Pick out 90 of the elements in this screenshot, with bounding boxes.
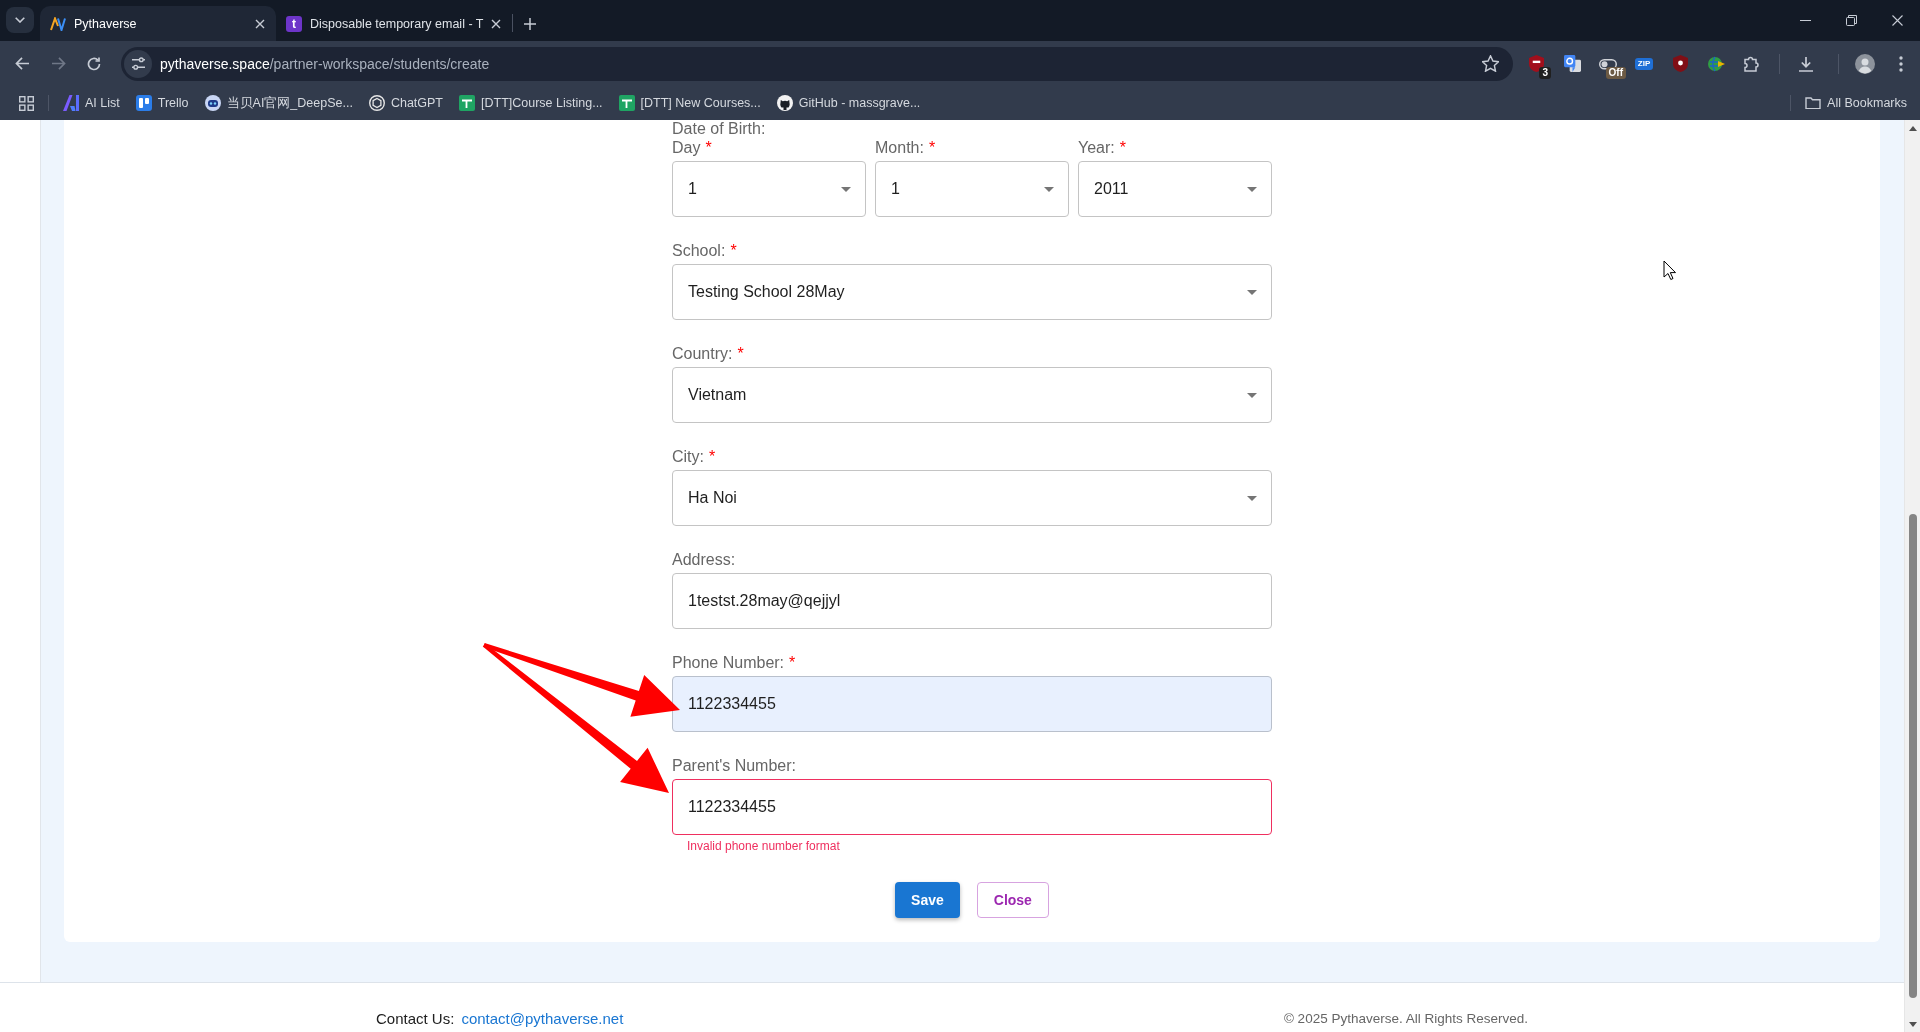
text-field[interactable]: 1testst.28may@qejjyl xyxy=(672,573,1272,629)
field-label: City: xyxy=(672,447,704,467)
dropdown-field[interactable]: Vietnam xyxy=(672,367,1272,423)
dropdown-field[interactable]: 2011 xyxy=(1078,161,1272,217)
required-asterisk: * xyxy=(928,138,936,158)
scroll-down-icon[interactable] xyxy=(1908,1021,1917,1027)
bookmark-item[interactable]: Trello xyxy=(127,89,197,117)
field-label: School: xyxy=(672,241,726,261)
more-vertical-icon[interactable] xyxy=(1899,55,1903,72)
tune-icon[interactable] xyxy=(130,57,146,70)
globe-icon[interactable] xyxy=(1707,55,1725,72)
arrow-right-icon[interactable] xyxy=(50,57,66,70)
overlapping-pages-icon[interactable] xyxy=(1563,55,1581,72)
field-label: Month: xyxy=(875,138,924,158)
dropdown-field[interactable]: Testing School 28May xyxy=(672,264,1272,320)
close-icon[interactable] xyxy=(255,18,265,29)
bookmark-item[interactable]: GitHub - massgrave... xyxy=(768,89,929,117)
scroll-up-icon[interactable] xyxy=(1908,125,1917,131)
required-asterisk: * xyxy=(730,241,737,261)
browser-tab[interactable]: Pythaverse xyxy=(40,6,276,41)
close-icon[interactable] xyxy=(491,18,502,29)
field-label: Parent's Number: xyxy=(672,756,796,776)
required-asterisk: * xyxy=(789,653,796,673)
dropdown-caret-icon xyxy=(1044,186,1054,192)
board-icon xyxy=(135,95,152,111)
spreadsheet-icon xyxy=(618,95,635,111)
dropdown-field[interactable]: 1 xyxy=(672,161,866,217)
required-asterisk: * xyxy=(737,344,744,364)
bookmark-item[interactable]: [DTT]Course Listing... xyxy=(451,89,611,117)
browser-tab[interactable]: t Disposable temporary email - T xyxy=(276,6,512,41)
minimize-icon[interactable] xyxy=(1799,20,1811,21)
close-icon[interactable] xyxy=(1891,15,1903,26)
text-field[interactable]: 1122334455 xyxy=(672,676,1272,732)
plus-icon[interactable] xyxy=(524,17,536,30)
cat-icon xyxy=(776,95,793,111)
outlined-button[interactable]: Close xyxy=(976,882,1049,918)
dropdown-caret-icon xyxy=(1247,495,1257,501)
spreadsheet-icon xyxy=(459,95,475,111)
zip-icon[interactable]: ZIP xyxy=(1634,57,1654,70)
reload-icon[interactable] xyxy=(87,56,101,71)
field-label: Address: xyxy=(672,550,736,570)
bookmark-item[interactable]: 当贝AI官网_DeepSe... xyxy=(196,89,361,117)
star-icon[interactable] xyxy=(1482,55,1499,72)
section-label: Date of Birth: xyxy=(672,120,766,138)
dropdown-field[interactable]: Ha Noi xyxy=(672,470,1272,526)
bookmark-item[interactable]: [DTT] New Courses... xyxy=(610,89,769,117)
scrollbar-thumb[interactable] xyxy=(1908,514,1917,998)
error-message: Invalid phone number format xyxy=(687,839,841,853)
address-bar[interactable]: pythaverse.space/partner-workspace/students/create xyxy=(121,46,1513,81)
bookmark-item[interactable]: All Bookmarks xyxy=(1797,89,1915,117)
field-label: Phone Number: xyxy=(672,653,785,673)
letter-icon: t xyxy=(286,15,302,32)
bookmark-item[interactable]: AI List xyxy=(55,89,128,117)
shield-icon[interactable] xyxy=(1528,55,1544,72)
arrow-left-icon[interactable] xyxy=(14,57,30,70)
field-label: Day xyxy=(672,138,701,158)
hexagon-ring-icon xyxy=(368,95,385,111)
folder-icon[interactable] xyxy=(1805,96,1822,110)
primary-button[interactable]: Save xyxy=(895,882,960,918)
grid-icon[interactable] xyxy=(18,95,34,111)
tab-list-button[interactable] xyxy=(6,7,34,33)
extension-badge: Off xyxy=(1605,66,1626,79)
contact-label: Contact Us: xyxy=(376,1009,455,1027)
field-label: Country: xyxy=(672,344,733,364)
shield-icon[interactable] xyxy=(1672,55,1688,72)
dropdown-field[interactable]: 1 xyxy=(875,161,1069,217)
required-asterisk: * xyxy=(1119,138,1126,158)
chevron-down-icon[interactable] xyxy=(15,17,25,23)
logo-icon xyxy=(50,16,66,31)
puzzle-icon[interactable] xyxy=(1744,55,1760,72)
bookmark-item[interactable]: ChatGPT xyxy=(360,89,451,117)
extension-badge: 3 xyxy=(1539,66,1551,79)
required-asterisk: * xyxy=(705,138,712,158)
restore-icon[interactable] xyxy=(1845,15,1857,26)
dropdown-caret-icon xyxy=(1247,289,1257,295)
site-info-button[interactable] xyxy=(124,49,152,78)
logo-icon xyxy=(63,95,79,111)
mouse-pointer-icon xyxy=(1663,260,1676,280)
scrollbar-track[interactable] xyxy=(1904,120,1920,1032)
dropdown-caret-icon xyxy=(1247,186,1257,192)
robot-icon xyxy=(204,95,221,111)
dropdown-caret-icon xyxy=(841,186,851,192)
required-asterisk: * xyxy=(709,447,716,467)
download-icon[interactable] xyxy=(1798,55,1814,72)
text-field[interactable]: 1122334455 xyxy=(672,779,1272,835)
avatar-icon[interactable] xyxy=(1855,53,1875,74)
email-link[interactable]: contact@pythaverse.net xyxy=(461,1009,624,1027)
field-label: Year: xyxy=(1078,138,1115,158)
dropdown-caret-icon xyxy=(1247,392,1257,398)
copyright-text: © 2025 Pythaverse. All Rights Reserved. xyxy=(1283,1010,1528,1026)
